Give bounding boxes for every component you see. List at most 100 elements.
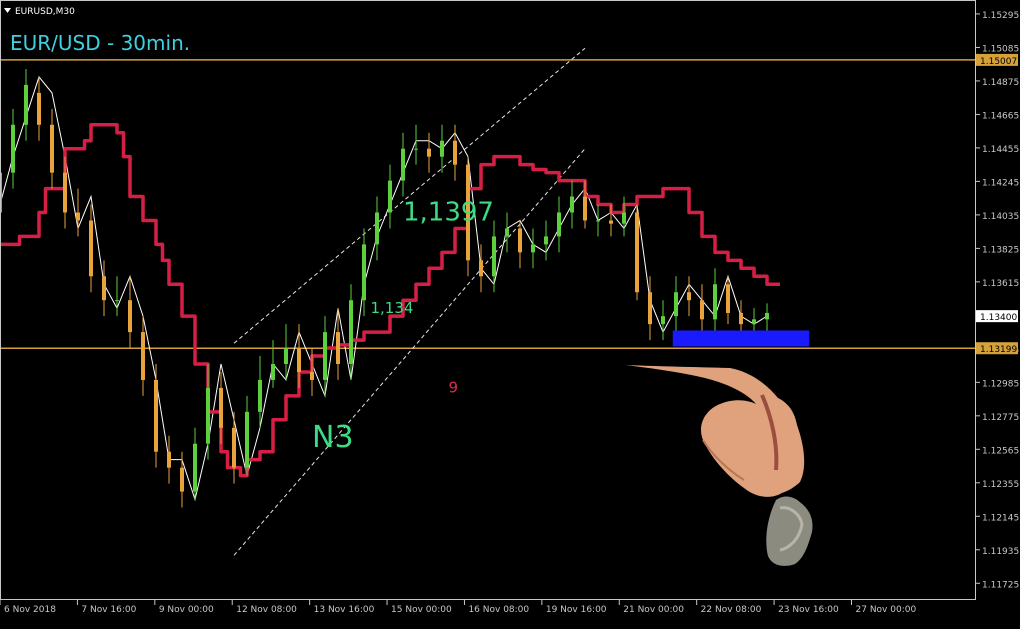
chart-annotation: N3 (312, 420, 354, 455)
candle-body (24, 84, 28, 125)
y-tick-label: 1.13825 (982, 245, 1019, 255)
candle-body (648, 292, 652, 325)
y-tick-label: 1.12355 (982, 480, 1019, 490)
candle-body (596, 220, 600, 222)
candle-body (180, 467, 184, 492)
candle-body (37, 92, 41, 125)
candle-body (414, 148, 418, 150)
candle-body (232, 427, 236, 468)
candle-body (115, 300, 119, 302)
y-tick-label: 1.13615 (982, 279, 1019, 289)
x-tick-label: 9 Nov 00:00 (159, 605, 214, 615)
candle-body (505, 228, 509, 237)
support-zone-box[interactable] (672, 330, 810, 347)
candle-body (427, 148, 431, 157)
y-tick-label: 1.14035 (982, 212, 1019, 222)
candle-body (271, 363, 275, 380)
x-tick-label: 12 Nov 08:00 (236, 605, 297, 615)
level-price-label: 1.15007 (980, 57, 1017, 67)
x-tick-label: 21 Nov 00:00 (623, 605, 684, 615)
candle-body (713, 284, 717, 320)
triangle-down-icon[interactable] (4, 8, 11, 13)
candle-body (557, 212, 561, 237)
plot-frame (0, 0, 976, 600)
candle-body (336, 332, 340, 364)
candle-body (479, 260, 483, 277)
x-tick-label: 13 Nov 16:00 (314, 605, 375, 615)
hand-pouring-sand-image (625, 365, 813, 566)
price-chart[interactable]: 1,1397 1,134 N3 9 1.15295 1.15085 1.14875 1.14… (0, 0, 1020, 625)
candle-body (349, 300, 353, 364)
candle-body (492, 236, 496, 277)
y-tick-label: 1.14455 (982, 145, 1019, 155)
candle-body (765, 312, 769, 320)
candle-body (687, 292, 691, 301)
candle-body (570, 196, 574, 213)
candle-body (726, 284, 730, 313)
candle-body (661, 316, 665, 325)
candle-body (310, 371, 314, 380)
candle-body (752, 319, 756, 325)
x-tick-label: 15 Nov 00:00 (391, 605, 452, 615)
y-tick-label: 1.12985 (982, 379, 1019, 389)
candle-body (739, 312, 743, 325)
y-tick-label: 1.15085 (982, 44, 1019, 54)
candle-body (141, 332, 145, 380)
candle-body (63, 172, 67, 213)
y-tick-label: 1.14665 (982, 111, 1019, 121)
y-tick-label: 1.11725 (982, 580, 1019, 590)
candle-body (518, 228, 522, 253)
candle-body (219, 387, 223, 428)
candle-body (531, 244, 535, 253)
y-tick-label: 1.12775 (982, 413, 1019, 423)
candle-body (323, 332, 327, 380)
candle-body (284, 348, 288, 364)
x-tick-label: 23 Nov 16:00 (778, 605, 839, 615)
x-tick-label: 19 Nov 16:00 (546, 605, 607, 615)
candle-body (453, 140, 457, 165)
chart-annotation: 9 (449, 379, 459, 397)
y-tick-label: 1.12145 (982, 513, 1019, 523)
x-tick-label: 7 Nov 16:00 (81, 605, 136, 615)
y-tick-label: 1.12565 (982, 446, 1019, 456)
candle-body (11, 124, 15, 173)
y-tick-label: 1.11935 (982, 547, 1019, 557)
chart-annotation: 1,1397 (403, 197, 494, 227)
candle-body (76, 212, 80, 221)
candle-body (388, 180, 392, 213)
chart-title: EUR/USD - 30min. (10, 31, 190, 55)
candle-body (258, 379, 262, 412)
candle-body (362, 244, 366, 301)
x-tick-label: 22 Nov 08:00 (701, 605, 762, 615)
candle-body (50, 124, 54, 173)
candle-body (167, 451, 171, 468)
x-tick-label: 16 Nov 08:00 (468, 605, 529, 615)
close-price-line (0, 75, 768, 502)
candle-body (102, 276, 106, 301)
candle-body (154, 379, 158, 452)
current-price-label: 1.13400 (980, 313, 1017, 323)
candle-body (622, 212, 626, 224)
chart-window: 1,1397 1,134 N3 9 1.15295 1.15085 1.14875 1.14… (0, 0, 1020, 625)
y-tick-label: 1.14875 (982, 78, 1019, 88)
candle-body (89, 220, 93, 277)
candle-body (375, 212, 379, 245)
candle-body (583, 196, 587, 221)
candle-body (440, 140, 444, 157)
candle-body (635, 212, 639, 293)
y-tick-label: 1.14245 (982, 178, 1019, 188)
y-tick-label: 1.15295 (982, 11, 1019, 21)
candle-body (297, 348, 301, 372)
candle-body (206, 387, 210, 444)
candle-body (128, 300, 132, 333)
candle-body (544, 236, 548, 245)
chart-annotation: 1,134 (371, 299, 414, 317)
x-tick-label: 27 Nov 00:00 (856, 605, 917, 615)
candle-body (401, 148, 405, 181)
candle-body (193, 443, 197, 492)
candle-body (700, 300, 704, 320)
candle-body (609, 220, 613, 224)
level-price-label: 1.13199 (980, 345, 1017, 355)
candle-body (674, 292, 678, 317)
candle-body (245, 411, 249, 468)
